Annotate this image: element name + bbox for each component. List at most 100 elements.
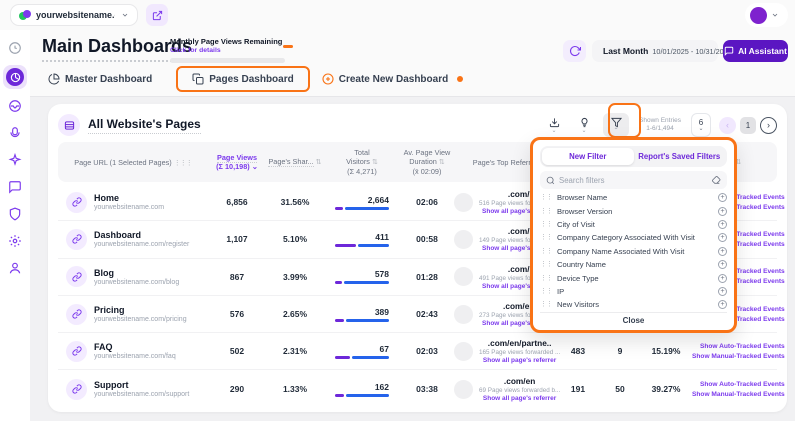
sidebar-item-inbox[interactable] (5, 96, 25, 116)
table-row[interactable]: FAQ yourwebsitename.com/faq 502 2.31% 67… (58, 333, 777, 370)
show-auto-tracked-events-link[interactable]: Show Auto-Tracked Events (700, 381, 785, 388)
dashboard-tabs: Master Dashboard Pages Dashboard Create … (48, 66, 463, 92)
shown-entries-value: 1-6/1,494 (637, 125, 683, 133)
drag-handle-icon[interactable]: ⋮⋮ (540, 194, 552, 201)
minimize-dash[interactable] (283, 45, 293, 48)
filter-list-item[interactable]: ⋮⋮ Browser Name + (540, 191, 727, 204)
ai-assistant-button[interactable]: AI Assistant (723, 40, 788, 62)
sidebar-item-privacy[interactable] (5, 204, 25, 224)
drag-handle-icon[interactable]: ⋮⋮⋮ (174, 160, 192, 167)
website-name: yourwebsitename.com (36, 10, 115, 20)
col-page-url[interactable]: Page URL (1 Selected Pages) ⋮⋮⋮ (58, 158, 208, 167)
chat-icon (8, 180, 22, 194)
show-manual-tracked-events-link[interactable]: Show Manual-Tracked Events (692, 391, 785, 398)
add-filter-icon[interactable]: + (718, 260, 727, 269)
card-header: All Website's Pages ⌄ ⌄ ⌃ Shown Entries … (58, 110, 777, 140)
filter-list-item[interactable]: ⋮⋮ City of Visit + (540, 218, 727, 231)
visitors-bar (335, 356, 389, 359)
filter-item-label: Company Category Associated With Visit (557, 233, 713, 242)
show-all-referrers-link[interactable]: Show all page's referrer (483, 395, 556, 402)
tab-pages-dashboard[interactable]: Pages Dashboard (176, 66, 309, 92)
user-menu[interactable] (745, 3, 788, 27)
referrer-favicon (454, 230, 473, 249)
col-avg-duration[interactable]: Av. Page ViewDuration ⇅(x̄ 02:09) (400, 148, 454, 176)
referrer-domain: .com/ (508, 264, 530, 274)
website-selector[interactable]: yourwebsitename.com (10, 4, 138, 26)
tab-master-dashboard[interactable]: Master Dashboard (48, 73, 152, 85)
sidebar-item-feedback[interactable] (5, 177, 25, 197)
drag-handle-icon[interactable]: ⋮⋮ (540, 208, 552, 215)
create-new-dashboard-button[interactable]: Create New Dashboard (322, 73, 463, 85)
filter-item-label: New Visitors (557, 300, 713, 309)
drag-handle-icon[interactable]: ⋮⋮ (540, 275, 552, 282)
filter-item-label: IP (557, 287, 713, 296)
filter-list-item[interactable]: ⋮⋮ New Visitors + (540, 298, 727, 311)
monthly-pageviews-widget: Monthly Page Views Remaining Click for d… (170, 37, 290, 63)
filter-list-item[interactable]: ⋮⋮ Device Type + (540, 271, 727, 284)
add-filter-icon[interactable]: + (718, 287, 727, 296)
show-all-referrers-link[interactable]: Show all page's referrer (483, 357, 556, 364)
add-filter-icon[interactable]: + (718, 274, 727, 283)
insights-button[interactable]: ⌄ (573, 113, 595, 137)
page-name: Pricing (94, 305, 187, 315)
page-cell: FAQ yourwebsitename.com/faq (58, 341, 208, 362)
filter-list-item[interactable]: ⋮⋮ Browser Version + (540, 204, 727, 217)
col-page-share[interactable]: Page's Shar... ⇅ (266, 157, 324, 167)
filter-list-item[interactable]: ⋮⋮ IP + (540, 285, 727, 298)
share-button[interactable] (146, 4, 168, 26)
sidebar-item-insights[interactable] (5, 150, 25, 170)
next-page-button[interactable]: › (760, 117, 777, 134)
col-page-views[interactable]: Page Views(Σ 10,198) ⌄ (208, 153, 266, 171)
col-total-visitors[interactable]: TotalVisitors ⇅(Σ 4,271) (324, 148, 400, 176)
card-title: All Website's Pages (88, 117, 201, 134)
filter-panel-tabs: New Filter Report's Saved Filters (540, 146, 727, 167)
export-button[interactable]: ⌄ (543, 113, 565, 137)
filter-button[interactable]: ⌃ (603, 113, 629, 137)
add-filter-icon[interactable]: + (718, 193, 727, 202)
drag-handle-icon[interactable]: ⋮⋮ (540, 288, 552, 295)
close-button[interactable]: Close (540, 312, 727, 329)
add-filter-icon[interactable]: + (718, 220, 727, 229)
drag-handle-icon[interactable]: ⋮⋮ (540, 221, 552, 228)
drag-handle-icon[interactable]: ⋮⋮ (540, 261, 552, 268)
sidebar-item-account[interactable] (5, 258, 25, 278)
drag-handle-icon[interactable]: ⋮⋮ (540, 234, 552, 241)
lightbulb-icon (579, 117, 590, 128)
sidebar-item-recordings[interactable] (5, 123, 25, 143)
filter-list-item[interactable]: ⋮⋮ Company Name Associated With Visit + (540, 245, 727, 258)
drag-handle-icon[interactable]: ⋮⋮ (540, 301, 552, 308)
page-size-selector[interactable]: 6 ⌄ (691, 113, 711, 137)
filter-list-item[interactable]: ⋮⋮ Company Category Associated With Visi… (540, 231, 727, 244)
tab-new-filter[interactable]: New Filter (542, 148, 634, 165)
sidebar-item-settings[interactable] (5, 231, 25, 251)
visitors-bar (335, 319, 389, 322)
drag-handle-icon[interactable]: ⋮⋮ (540, 248, 552, 255)
page-share-value: 2.65% (266, 309, 324, 319)
filter-search-input[interactable] (559, 176, 707, 185)
prev-page-button[interactable]: ‹ (719, 117, 736, 134)
tab-saved-filters[interactable]: Report's Saved Filters (634, 148, 726, 165)
add-filter-icon[interactable]: + (718, 300, 727, 309)
page-cell: Home yourwebsitename.com (58, 192, 208, 213)
filter-list-item[interactable]: ⋮⋮ Country Name + (540, 258, 727, 271)
sidebar (0, 30, 30, 421)
table-row[interactable]: Support yourwebsitename.com/support 290 … (58, 370, 777, 407)
page-share-value: 1.33% (266, 384, 324, 394)
current-page: 1 (740, 117, 756, 134)
date-range-selector[interactable]: Last Month 10/01/2025 - 10/31/2025 (592, 40, 718, 62)
page-views-value: 6,856 (208, 197, 266, 207)
add-filter-icon[interactable]: + (718, 207, 727, 216)
add-filter-icon[interactable]: + (718, 233, 727, 242)
page-url: yourwebsitename.com (94, 204, 164, 211)
referrer-domain: .com/ (508, 189, 530, 199)
sidebar-item-dashboards[interactable] (3, 65, 27, 89)
show-auto-tracked-events-link[interactable]: Show Auto-Tracked Events (700, 343, 785, 350)
eraser-icon[interactable] (711, 175, 721, 185)
click-for-details-link[interactable]: Click for details (170, 47, 290, 54)
history-icon[interactable] (5, 38, 25, 58)
show-manual-tracked-events-link[interactable]: Show Manual-Tracked Events (692, 353, 785, 360)
page-name: Blog (94, 268, 179, 278)
add-filter-icon[interactable]: + (718, 247, 727, 256)
refresh-button[interactable] (563, 40, 586, 62)
page-share-value: 5.10% (266, 234, 324, 244)
